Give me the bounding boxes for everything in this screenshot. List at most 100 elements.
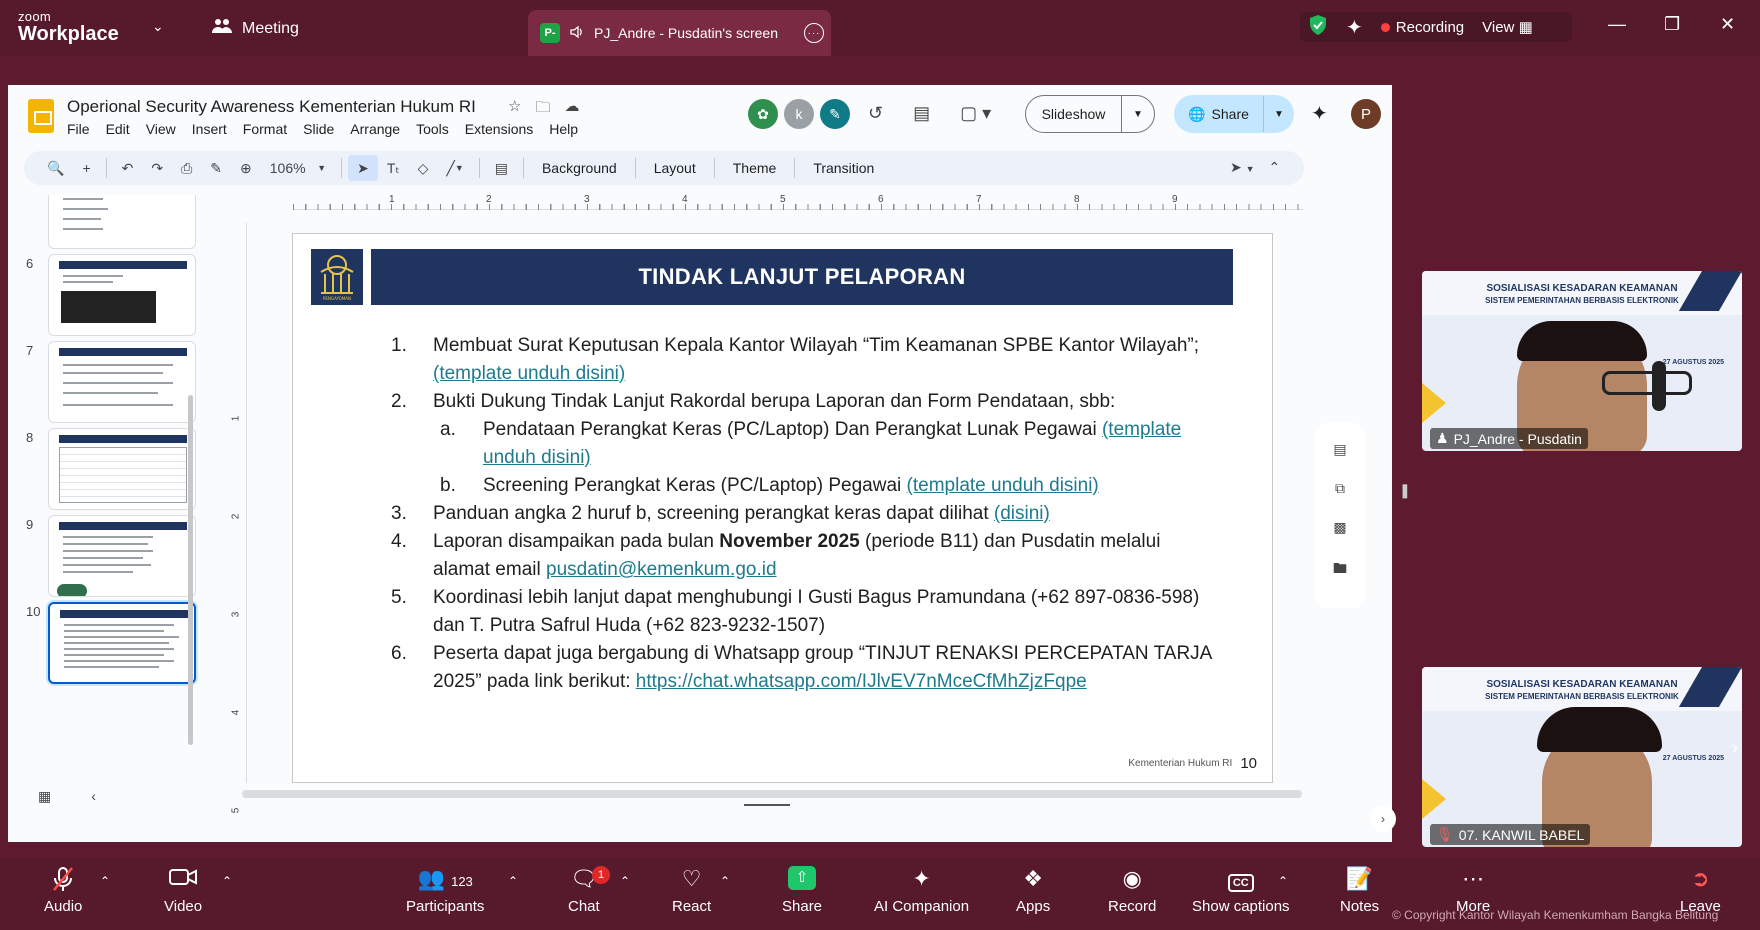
captions-button[interactable]: CC Show captions <box>1192 866 1290 915</box>
shape-icon[interactable]: ◇ <box>409 160 438 177</box>
react-button[interactable]: ♡ React <box>672 866 711 915</box>
move-folder-icon[interactable]: 🗀 <box>535 97 550 122</box>
thumbnail-row[interactable]: 6 <box>8 254 213 336</box>
template-link[interactable]: (template unduh disini) <box>433 363 625 384</box>
slideshow-button[interactable]: Slideshow ▼ <box>1025 95 1155 133</box>
thumbnail-row[interactable]: 8 <box>8 428 213 510</box>
chevron-down-icon[interactable]: ⌄ <box>152 18 164 35</box>
notes-button[interactable]: 📝 Notes <box>1340 866 1379 915</box>
share-main[interactable]: 🌐 Share <box>1174 96 1264 132</box>
chat-options-chevron-icon[interactable]: ⌃ <box>620 874 630 888</box>
document-title[interactable]: Operional Security Awareness Kementerian… <box>67 97 476 117</box>
slide-thumbnail[interactable] <box>48 341 196 423</box>
menu-tools[interactable]: Tools <box>416 121 449 137</box>
thumbnail-row[interactable]: 5 <box>8 195 213 249</box>
participants-button[interactable]: 👥 123 Participants <box>406 866 484 915</box>
star-icon[interactable]: ☆ <box>508 97 521 122</box>
menu-help[interactable]: Help <box>549 121 578 137</box>
slide-thumbnail[interactable] <box>48 515 196 597</box>
menu-file[interactable]: File <box>67 121 90 137</box>
history-icon[interactable]: ↺ <box>868 103 883 124</box>
new-slide-icon[interactable]: + <box>73 160 99 176</box>
slides-logo-icon[interactable] <box>28 99 54 133</box>
panel-resize-handle[interactable]: ❚ <box>1399 482 1411 499</box>
select-cursor-icon[interactable]: ➤ <box>348 155 378 181</box>
close-icon[interactable]: ✕ <box>1720 14 1735 35</box>
slideshow-dropdown-icon[interactable]: ▼ <box>1122 109 1154 120</box>
collapse-toolbar-icon[interactable]: ⌃ <box>1269 159 1281 176</box>
menu-insert[interactable]: Insert <box>192 121 227 137</box>
view-button[interactable]: View ▦ <box>1482 18 1533 36</box>
video-options-chevron-icon[interactable]: ⌃ <box>222 874 232 888</box>
collapse-side-panel-icon[interactable]: › <box>1370 806 1396 832</box>
grid-view-icon[interactable]: ▦ <box>38 788 51 805</box>
menu-arrange[interactable]: Arrange <box>350 121 400 137</box>
menu-edit[interactable]: Edit <box>106 121 130 137</box>
video-button[interactable]: Video <box>164 866 202 915</box>
print-icon[interactable]: ⎙ <box>172 160 201 177</box>
layout-button[interactable]: Layout <box>642 160 708 176</box>
menu-format[interactable]: Format <box>243 121 287 137</box>
add-comment-icon[interactable]: ▤ <box>486 160 517 177</box>
restore-icon[interactable]: ❐ <box>1664 14 1680 35</box>
shield-check-icon[interactable] <box>1308 14 1328 40</box>
current-slide[interactable]: PENGAYOMAN TINDAK LANJUT PELAPORAN 1. Mem… <box>292 233 1273 783</box>
thumbnail-row[interactable]: 9 <box>8 515 213 597</box>
user-avatar[interactable]: P <box>1351 99 1381 129</box>
folder-icon[interactable]: 🖿 <box>1333 558 1347 582</box>
menu-slide[interactable]: Slide <box>303 121 334 137</box>
theme-button[interactable]: Theme <box>721 160 789 176</box>
slide-thumbnail[interactable] <box>48 428 196 510</box>
share-button[interactable]: 🌐 Share ▼ <box>1174 95 1294 133</box>
slide-layout-icon[interactable]: ▩ <box>1333 519 1346 536</box>
more-options-icon[interactable]: ··· <box>804 23 824 43</box>
speaker-notes-icon[interactable]: ▤ <box>1333 441 1346 458</box>
guide-link[interactable]: (disini) <box>994 503 1050 524</box>
record-button[interactable]: ◉ Record <box>1108 866 1156 915</box>
slide-thumbnail[interactable] <box>48 195 196 249</box>
gemini-icon[interactable]: ✦ <box>1311 101 1328 126</box>
video-call-icon[interactable]: ▢ ▾ <box>960 103 991 124</box>
template-link[interactable]: (template unduh disini) <box>907 475 1099 496</box>
whatsapp-link[interactable]: https://chat.whatsapp.com/IJlvEV7nMceCfM… <box>636 671 1087 692</box>
participants-options-chevron-icon[interactable]: ⌃ <box>508 874 518 888</box>
audio-options-chevron-icon[interactable]: ⌃ <box>100 874 110 888</box>
transition-button[interactable]: Transition <box>801 160 886 176</box>
slideshow-label[interactable]: Slideshow <box>1026 96 1122 132</box>
share-screen-button[interactable]: ⇧ Share <box>782 866 822 915</box>
text-box-icon[interactable]: Tₜ <box>378 160 409 177</box>
slide-thumbnail[interactable] <box>48 254 196 336</box>
undo-icon[interactable]: ↶ <box>113 160 143 177</box>
minimize-icon[interactable]: — <box>1608 14 1626 35</box>
menu-view[interactable]: View <box>146 121 176 137</box>
animations-icon[interactable]: ⧉ <box>1335 480 1345 497</box>
shared-screen-tab[interactable]: P- PJ_Andre - Pusdatin's screen ··· <box>528 10 831 56</box>
background-button[interactable]: Background <box>530 160 629 176</box>
meeting-tab[interactable]: Meeting <box>212 18 299 39</box>
pointer-mode-icon[interactable]: ➤ ▼ <box>1230 159 1255 176</box>
paint-format-icon[interactable]: ✎ <box>201 160 231 177</box>
cloud-status-icon[interactable]: ☁ <box>564 97 579 122</box>
video-tile[interactable]: SOSIALISASI KESADARAN KEAMANAN SISTEM PEM… <box>1422 271 1742 451</box>
captions-options-chevron-icon[interactable]: ⌃ <box>1278 874 1288 888</box>
zoom-icon[interactable]: ⊕ <box>231 160 261 177</box>
line-icon[interactable]: ╱ ▼ <box>437 160 472 177</box>
collaborator-avatar-lion-icon[interactable]: ✿ <box>748 99 778 129</box>
thumbnail-row-selected[interactable]: 10 <box>8 602 213 684</box>
audio-button[interactable]: Audio <box>44 866 82 915</box>
collaborator-avatar-k[interactable]: k <box>784 99 814 129</box>
menu-extensions[interactable]: Extensions <box>465 121 533 137</box>
ai-companion-button[interactable]: ✦ AI Companion <box>874 866 969 915</box>
notes-drag-handle[interactable] <box>744 804 790 806</box>
video-tile[interactable]: SOSIALISASI KESADARAN KEAMANAN SISTEM PEM… <box>1422 667 1742 847</box>
thumbnail-row[interactable]: 7 <box>8 341 213 423</box>
next-page-icon[interactable]: › <box>1731 737 1738 760</box>
recording-indicator[interactable]: Recording <box>1380 19 1464 36</box>
slide-thumbnail-current[interactable] <box>48 602 196 684</box>
email-link[interactable]: pusdatin@kemenkum.go.id <box>546 559 777 580</box>
zoom-level-select[interactable]: 106% ▼ <box>261 160 335 176</box>
sparkle-icon[interactable]: ✦ <box>1346 15 1363 40</box>
comments-icon[interactable]: ▤ <box>913 103 930 124</box>
filmstrip-scrollbar[interactable] <box>188 395 193 745</box>
apps-button[interactable]: ❖ Apps <box>1016 866 1050 915</box>
